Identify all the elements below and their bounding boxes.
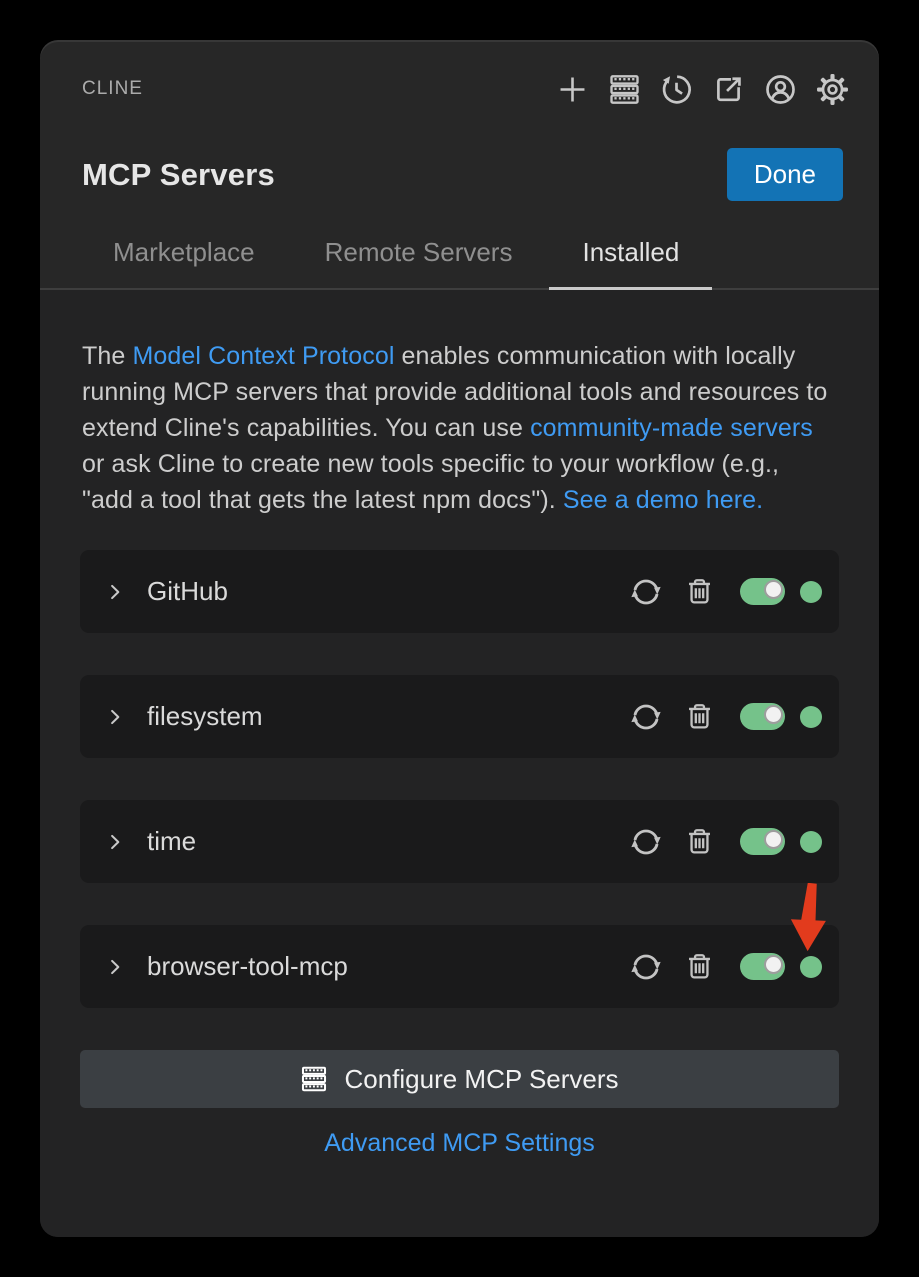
open-in-editor-icon[interactable] <box>712 73 745 106</box>
server-enabled-toggle[interactable] <box>740 703 785 731</box>
server-name: GitHub <box>147 576 228 607</box>
page-title: MCP Servers <box>82 156 275 192</box>
description-link[interactable]: Model Context Protocol <box>132 342 394 370</box>
mcp-server-row[interactable]: browser-tool-mcp <box>80 883 839 1009</box>
restart-server-icon[interactable] <box>629 950 663 984</box>
server-enabled-toggle[interactable] <box>740 953 785 981</box>
mcp-server-row[interactable]: time <box>80 800 839 884</box>
chevron-right-icon[interactable] <box>104 581 126 603</box>
server-status-dot <box>800 830 822 853</box>
settings-gear-icon[interactable] <box>816 73 849 106</box>
delete-server-icon[interactable] <box>684 826 715 857</box>
advanced-settings-row: Advanced MCP Settings <box>80 1129 839 1158</box>
title-bar: CLINE <box>40 40 879 112</box>
server-enabled-toggle[interactable] <box>740 578 785 606</box>
server-name: time <box>147 826 197 857</box>
done-button[interactable]: Done <box>726 148 843 202</box>
restart-server-icon[interactable] <box>629 575 663 609</box>
panel-header: MCP Servers Done <box>40 112 879 202</box>
delete-server-icon[interactable] <box>684 701 715 732</box>
configure-mcp-button[interactable]: Configure MCP Servers <box>80 1050 839 1109</box>
delete-server-icon[interactable] <box>684 951 715 982</box>
server-status-dot <box>800 955 822 978</box>
restart-server-icon[interactable] <box>629 700 663 734</box>
server-status-dot <box>800 580 822 603</box>
mcp-server-row[interactable]: GitHub <box>80 550 839 634</box>
tab-remote-servers[interactable]: Remote Servers <box>292 227 546 288</box>
description: The Model Context Protocol enables commu… <box>82 338 837 518</box>
chevron-right-icon[interactable] <box>104 706 126 728</box>
app-title: CLINE <box>82 78 143 99</box>
server-status-dot <box>800 705 822 728</box>
toggle-knob <box>764 955 783 975</box>
description-link[interactable]: community-made servers <box>530 414 813 442</box>
annotation-arrow-icon <box>790 883 826 952</box>
mcp-servers-icon <box>300 1065 328 1093</box>
screen-background: CLINE MCP Servers Done Marketplace Remot… <box>0 0 919 1277</box>
server-name: filesystem <box>147 701 263 732</box>
server-name: browser-tool-mcp <box>147 951 348 982</box>
delete-server-icon[interactable] <box>684 576 715 607</box>
advanced-mcp-settings-link[interactable]: Advanced MCP Settings <box>324 1129 595 1157</box>
tab-installed[interactable]: Installed <box>549 227 713 291</box>
server-list: GitHub filesystem time browser-tool-mcp <box>80 550 839 1009</box>
installed-tab-content: The Model Context Protocol enables commu… <box>40 290 879 1237</box>
toggle-knob <box>764 580 783 600</box>
chevron-right-icon[interactable] <box>104 956 126 978</box>
titlebar-icons <box>556 73 849 106</box>
server-enabled-toggle[interactable] <box>740 828 785 856</box>
tab-marketplace[interactable]: Marketplace <box>80 227 288 288</box>
toggle-knob <box>764 705 783 725</box>
tabs: Marketplace Remote Servers Installed <box>40 227 879 291</box>
server-row-actions <box>629 950 822 984</box>
server-row-actions <box>629 825 822 859</box>
server-row-actions <box>629 700 822 734</box>
server-row-actions <box>629 575 822 609</box>
plus-icon[interactable] <box>556 73 589 106</box>
cline-mcp-panel: CLINE MCP Servers Done Marketplace Remot… <box>40 40 879 1237</box>
account-icon[interactable] <box>764 73 797 106</box>
restart-server-icon[interactable] <box>629 825 663 859</box>
mcp-servers-icon[interactable] <box>608 73 641 106</box>
description-link[interactable]: See a demo here. <box>563 486 763 514</box>
toggle-knob <box>764 830 783 850</box>
history-icon[interactable] <box>660 73 693 106</box>
description-text: The <box>82 342 133 371</box>
mcp-server-row[interactable]: filesystem <box>80 675 839 759</box>
configure-mcp-label: Configure MCP Servers <box>344 1063 619 1094</box>
chevron-right-icon[interactable] <box>104 831 126 853</box>
